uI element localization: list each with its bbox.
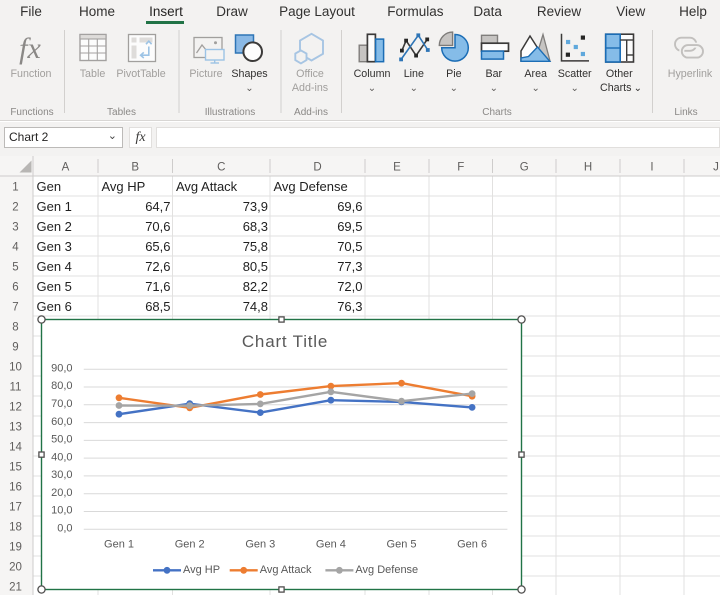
svg-text:Avg Attack: Avg Attack <box>260 564 312 576</box>
svg-text:40,0: 40,0 <box>51 451 72 463</box>
svg-text:Gen 3: Gen 3 <box>245 538 275 550</box>
svg-text:Gen 6: Gen 6 <box>457 538 487 550</box>
svg-text:90,0: 90,0 <box>51 362 72 374</box>
svg-text:80,0: 80,0 <box>51 380 72 392</box>
svg-text:Avg HP: Avg HP <box>183 564 220 576</box>
svg-text:Gen 1: Gen 1 <box>104 538 134 550</box>
svg-text:0,0: 0,0 <box>57 523 72 535</box>
svg-text:Chart Title: Chart Title <box>242 332 328 351</box>
svg-text:Gen 5: Gen 5 <box>387 538 417 550</box>
svg-text:Gen 4: Gen 4 <box>316 538 346 550</box>
svg-text:Gen 2: Gen 2 <box>175 538 205 550</box>
svg-text:70,0: 70,0 <box>51 398 72 410</box>
svg-text:30,0: 30,0 <box>51 469 72 481</box>
svg-text:50,0: 50,0 <box>51 434 72 446</box>
svg-text:60,0: 60,0 <box>51 416 72 428</box>
svg-text:10,0: 10,0 <box>51 505 72 517</box>
svg-text:Avg Defense: Avg Defense <box>355 564 418 576</box>
svg-text:20,0: 20,0 <box>51 487 72 499</box>
